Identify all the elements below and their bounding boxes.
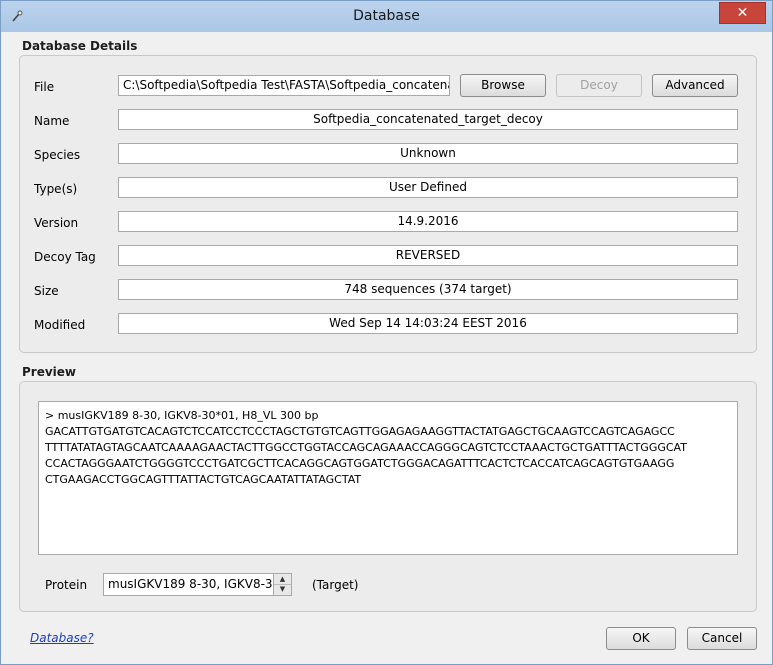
preview-section-title: Preview [22, 365, 77, 379]
species-field[interactable]: Unknown [118, 143, 738, 164]
advanced-button[interactable]: Advanced [652, 74, 738, 97]
name-label: Name [34, 114, 70, 128]
spin-down-icon[interactable]: ▼ [274, 584, 291, 594]
protein-status: (Target) [312, 578, 359, 592]
browse-button[interactable]: Browse [460, 74, 546, 97]
title-bar: Database ✕ [1, 1, 772, 32]
close-button[interactable]: ✕ [719, 2, 766, 24]
sequence-line: TTTTATATAGTAGCAATCAAAAGAACTACTTGGCCTGGTA… [45, 441, 687, 454]
sequence-header-line: > musIGKV189 8-30, IGKV8-30*01, H8_VL 30… [45, 409, 319, 422]
cancel-button[interactable]: Cancel [687, 627, 757, 650]
sequence-line: CTGAAGACCTGGCAGTTTATTACTGTCAGCAATATTATAG… [45, 473, 362, 486]
protein-label: Protein [45, 578, 88, 592]
decoy-tag-label: Decoy Tag [34, 250, 96, 264]
species-label: Species [34, 148, 81, 162]
sequence-line: CCACTAGGGAATCTGGGGTCCCTGATCGCTTCACAGGCAG… [45, 457, 675, 470]
file-path-field[interactable]: C:\Softpedia\Softpedia Test\FASTA\Softpe… [118, 75, 450, 96]
protein-value: musIGKV189 8-30, IGKV8-30 [108, 577, 272, 591]
sequence-line: GACATTGTGATGTCACAGTCTCCATCCTCCCTAGCTGTGT… [45, 425, 675, 438]
window-title: Database [353, 8, 420, 24]
version-label: Version [34, 216, 79, 230]
modified-field[interactable]: Wed Sep 14 14:03:24 EEST 2016 [118, 313, 738, 334]
help-link[interactable]: Database? [30, 631, 94, 645]
protein-spinner[interactable]: musIGKV189 8-30, IGKV8-30 ▲ ▼ [103, 573, 292, 596]
details-panel [19, 55, 757, 353]
database-dialog: Database ✕ Database Details File C:\Soft… [0, 0, 773, 665]
types-field[interactable]: User Defined [118, 177, 738, 198]
sequence-preview[interactable]: > musIGKV189 8-30, IGKV8-30*01, H8_VL 30… [38, 401, 738, 555]
decoy-tag-field[interactable]: REVERSED [118, 245, 738, 266]
ok-button[interactable]: OK [606, 627, 676, 650]
modified-label: Modified [34, 318, 86, 332]
size-field[interactable]: 748 sequences (374 target) [118, 279, 738, 300]
decoy-button[interactable]: Decoy [556, 74, 642, 97]
details-section-title: Database Details [22, 39, 138, 53]
spinner-buttons: ▲ ▼ [273, 574, 291, 595]
version-field[interactable]: 14.9.2016 [118, 211, 738, 232]
file-label: File [34, 80, 55, 94]
types-label: Type(s) [34, 182, 78, 196]
size-label: Size [34, 284, 59, 298]
name-field[interactable]: Softpedia_concatenated_target_decoy [118, 109, 738, 130]
